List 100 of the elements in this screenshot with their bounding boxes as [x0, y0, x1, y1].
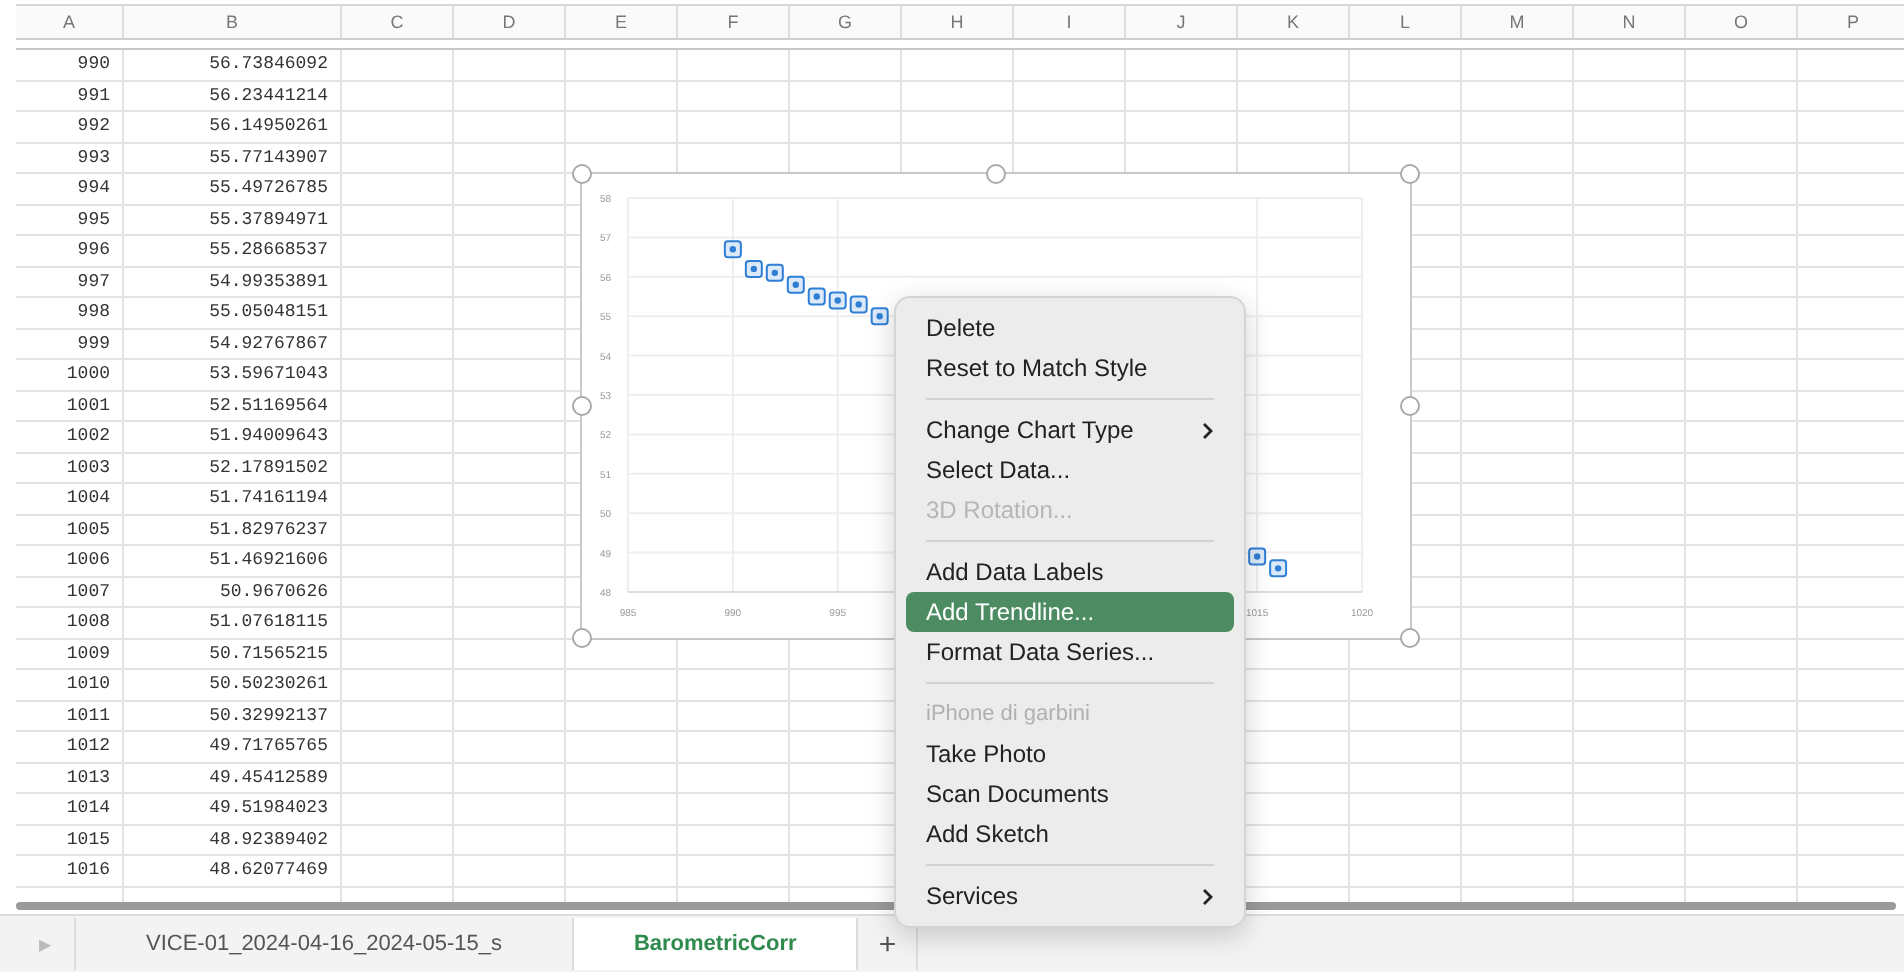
table-cell: 995: [16, 205, 124, 234]
resize-handle[interactable]: [572, 396, 592, 416]
column-header[interactable]: B: [124, 6, 342, 38]
menu-item-label: Format Data Series...: [926, 638, 1155, 666]
data-point[interactable]: [744, 259, 763, 278]
data-point[interactable]: [723, 240, 742, 259]
column-header[interactable]: D: [454, 6, 566, 38]
column-header[interactable]: F: [678, 6, 790, 38]
column-header[interactable]: J: [1126, 6, 1238, 38]
data-point[interactable]: [828, 291, 847, 310]
menu-item[interactable]: Scan Documents: [906, 774, 1234, 814]
table-cell: 1014: [16, 794, 124, 823]
column-header[interactable]: C: [342, 6, 454, 38]
table-cell: 51.74161194: [124, 484, 342, 513]
table-cell: 49.45412589: [124, 763, 342, 792]
table-cell: 1010: [16, 670, 124, 699]
chevron-right-icon: [1202, 421, 1214, 439]
menu-item-label: Select Data...: [926, 456, 1071, 484]
table-cell: 52.17891502: [124, 453, 342, 482]
menu-item-label: Services: [926, 882, 1019, 910]
column-header[interactable]: K: [1238, 6, 1350, 38]
menu-item[interactable]: Format Data Series...: [906, 632, 1234, 672]
column-header[interactable]: H: [902, 6, 1014, 38]
table-cell: 55.05048151: [124, 298, 342, 327]
table-cell: 1004: [16, 484, 124, 513]
table-cell: 1005: [16, 515, 124, 544]
table-cell: 54.99353891: [124, 267, 342, 296]
column-header[interactable]: G: [790, 6, 902, 38]
table-cell: 50.9670626: [124, 577, 342, 606]
table-cell: 56.23441214: [124, 81, 342, 110]
resize-handle[interactable]: [572, 628, 592, 648]
table-cell: 1009: [16, 639, 124, 668]
menu-item[interactable]: Add Data Labels: [906, 552, 1234, 592]
table-cell: 51.82976237: [124, 515, 342, 544]
table-cell: 51.94009643: [124, 422, 342, 451]
table-cell: 998: [16, 298, 124, 327]
table-cell: 49.51984023: [124, 794, 342, 823]
table-cell: 48.62077469: [124, 856, 342, 885]
column-header[interactable]: E: [566, 6, 678, 38]
table-cell: 996: [16, 236, 124, 265]
chevron-right-icon: [1202, 887, 1214, 905]
menu-item[interactable]: Add Trendline...: [906, 592, 1234, 632]
data-point[interactable]: [849, 295, 868, 314]
column-header[interactable]: M: [1462, 6, 1574, 38]
menu-item-label: Add Sketch: [926, 820, 1049, 848]
table-cell: 55.28668537: [124, 236, 342, 265]
resize-handle[interactable]: [1400, 164, 1420, 184]
menu-item-label: Take Photo: [926, 740, 1047, 768]
data-point[interactable]: [870, 307, 889, 326]
menu-item[interactable]: Add Sketch: [906, 814, 1234, 854]
table-cell: 52.51169564: [124, 391, 342, 420]
table-cell: 55.49726785: [124, 174, 342, 203]
table-cell: 991: [16, 81, 124, 110]
menu-item[interactable]: Select Data...: [906, 450, 1234, 490]
column-header[interactable]: L: [1350, 6, 1462, 38]
table-cell: 55.37894971: [124, 205, 342, 234]
table-cell: 55.77143907: [124, 143, 342, 172]
column-header[interactable]: A: [16, 6, 124, 38]
data-point[interactable]: [765, 263, 784, 282]
table-cell: 993: [16, 143, 124, 172]
menu-item[interactable]: Services: [906, 876, 1234, 916]
data-point[interactable]: [1248, 547, 1267, 566]
table-cell: 53.59671043: [124, 360, 342, 389]
column-header[interactable]: O: [1686, 6, 1798, 38]
sheet-tab[interactable]: BarometricCorr: [573, 918, 859, 970]
data-point[interactable]: [786, 275, 805, 294]
table-cell: 50.71565215: [124, 639, 342, 668]
table-cell: 997: [16, 267, 124, 296]
table-cell: 56.14950261: [124, 112, 342, 141]
data-point[interactable]: [807, 287, 826, 306]
table-cell: 992: [16, 112, 124, 141]
table-cell: 1001: [16, 391, 124, 420]
column-header[interactable]: I: [1014, 6, 1126, 38]
resize-handle[interactable]: [1400, 628, 1420, 648]
menu-item-label: Delete: [926, 314, 996, 342]
table-cell: 1013: [16, 763, 124, 792]
table-cell: 49.71765765: [124, 732, 342, 761]
menu-item[interactable]: Delete: [906, 308, 1234, 348]
table-cell: 48.92389402: [124, 825, 342, 854]
menu-item-label: Reset to Match Style: [926, 354, 1148, 382]
resize-handle[interactable]: [1400, 396, 1420, 416]
table-cell: 994: [16, 174, 124, 203]
menu-item[interactable]: Change Chart Type: [906, 410, 1234, 450]
data-point[interactable]: [1269, 559, 1288, 578]
column-header[interactable]: P: [1798, 6, 1904, 38]
menu-item-label: Scan Documents: [926, 780, 1109, 808]
column-header[interactable]: N: [1574, 6, 1686, 38]
table-cell: 1007: [16, 577, 124, 606]
table-cell: 1015: [16, 825, 124, 854]
table-cell: 990: [16, 50, 124, 79]
menu-item[interactable]: Take Photo: [906, 734, 1234, 774]
resize-handle[interactable]: [986, 164, 1006, 184]
menu-item-label: Add Trendline...: [926, 598, 1095, 626]
table-cell: 1008: [16, 608, 124, 637]
menu-item[interactable]: Reset to Match Style: [906, 348, 1234, 388]
menu-section-header: iPhone di garbini: [924, 700, 1092, 730]
table-cell: 1002: [16, 422, 124, 451]
table-cell: 1011: [16, 701, 124, 730]
resize-handle[interactable]: [572, 164, 592, 184]
table-cell: 50.50230261: [124, 670, 342, 699]
